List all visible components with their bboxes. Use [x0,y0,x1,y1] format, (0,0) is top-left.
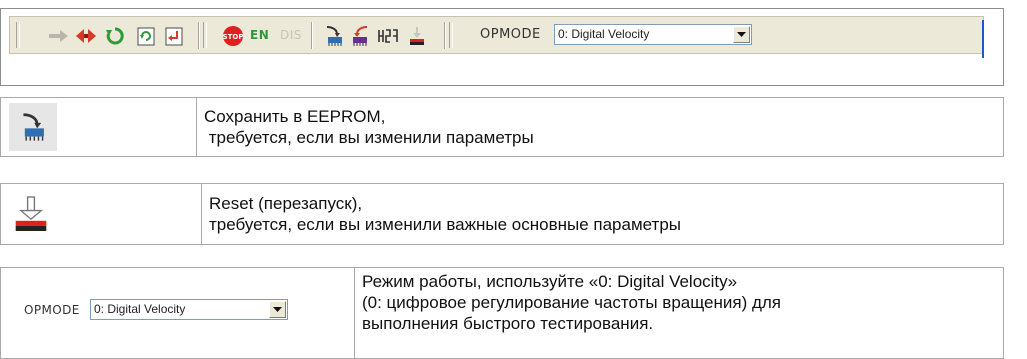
description-line: требуется, если вы изменили параметры [204,128,534,147]
opmode-select: 0: Digital Velocity [90,299,288,320]
toolbar-separator [311,22,312,49]
refresh-icon[interactable] [103,24,127,48]
description-line: выполнения быстрого тестирования. [362,314,654,333]
save-eeprom-description: Сохранить в EEPROM, требуется, если вы и… [196,97,1004,157]
toolbar-separator [444,22,445,49]
toolbar-grip[interactable] [203,22,207,48]
opmode-preview-cell: OPMODE 0: Digital Velocity [0,267,355,359]
toolbar: STOP EN DIS OPMODE 0: Digital Velocity [9,16,984,54]
enter-page-icon[interactable] [162,24,186,48]
opmode-select-value: 0: Digital Velocity [558,27,650,41]
opmode-description: Режим работы, используйте «0: Digital Ve… [354,267,1004,359]
save-eeprom-icon [9,103,57,151]
focus-indicator [982,20,984,58]
toolbar-grip[interactable] [16,22,20,48]
chevron-down-icon [269,301,286,318]
opmode-select-value: 0: Digital Velocity [94,302,186,316]
description-line: Сохранить в EEPROM, [204,107,386,126]
reset-icon [14,194,48,234]
load-parameters-icon[interactable] [349,24,373,48]
description-line: Режим работы, используйте «0: Digital Ve… [362,272,738,291]
description-line: (0: цифровое регулирование частоты враще… [362,293,782,312]
opmode-label: OPMODE [480,27,541,42]
arrow-right-icon[interactable] [47,24,71,48]
save-eeprom-icon-cell [0,97,197,157]
arrows-out-icon[interactable] [74,24,98,48]
save-eeprom-table: Сохранить в EEPROM, требуется, если вы и… [0,97,1004,157]
reset-icon[interactable] [405,24,429,48]
reset-table: Reset (перезапуск), требуется, если вы и… [0,183,1004,245]
description-line: Reset (перезапуск), [209,194,363,213]
rotate-page-icon[interactable] [134,24,158,48]
opmode-label: OPMODE [24,303,80,317]
disable-button[interactable]: DIS [280,28,302,42]
svg-text:STOP: STOP [223,33,244,41]
opmode-table: OPMODE 0: Digital Velocity Режим работы,… [0,267,1004,359]
toolbar-grip[interactable] [449,22,453,48]
settings-icon[interactable] [376,24,400,48]
save-eeprom-icon[interactable] [322,24,346,48]
stop-icon[interactable]: STOP [221,24,245,48]
reset-icon-cell [0,183,202,245]
description-line: требуется, если вы изменили важные основ… [209,215,682,234]
reset-description: Reset (перезапуск), требуется, если вы и… [201,183,1004,245]
chevron-down-icon[interactable] [733,26,750,43]
toolbar-separator [198,22,199,49]
enable-button[interactable]: EN [250,28,269,42]
opmode-select[interactable]: 0: Digital Velocity [554,24,752,45]
